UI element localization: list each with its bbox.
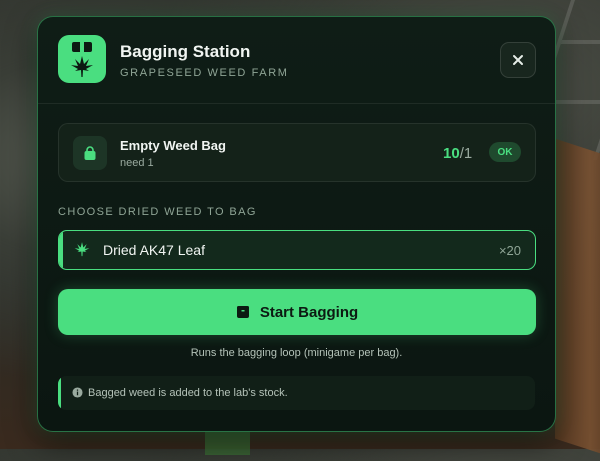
status-badge: OK — [489, 142, 521, 162]
weed-option-name: Dried AK47 Leaf — [103, 242, 205, 258]
bagging-station-panel: Bagging Station GRAPESEED WEED FARM Empt… — [37, 16, 556, 432]
start-hint: Runs the bagging loop (minigame per bag)… — [190, 347, 403, 359]
bag-with-leaf-icon — [58, 35, 106, 83]
info-text: Bagged weed is added to the lab's stock. — [88, 387, 288, 399]
shopping-bag-icon — [73, 136, 107, 170]
weed-option-quantity: ×20 — [498, 243, 521, 258]
requirement-name: Empty Weed Bag — [120, 138, 226, 153]
panel-header: Bagging Station GRAPESEED WEED FARM — [38, 17, 555, 104]
requirement-count: 10/1 — [443, 145, 472, 162]
info-circle-icon — [72, 387, 83, 398]
start-bagging-button[interactable]: Start Bagging — [58, 289, 536, 335]
need-count: /1 — [459, 145, 473, 162]
info-accent — [58, 376, 61, 410]
panel-subtitle: GRAPESEED WEED FARM — [120, 67, 289, 79]
close-icon — [513, 55, 523, 65]
selected-accent — [59, 231, 63, 269]
requirement-need: need 1 — [120, 157, 154, 169]
box-icon — [236, 306, 249, 318]
start-bagging-label: Start Bagging — [259, 303, 359, 321]
have-count: 10 — [443, 145, 460, 162]
background-crate — [555, 138, 600, 461]
info-box: Bagged weed is added to the lab's stock. — [58, 376, 535, 410]
cannabis-leaf-icon — [74, 242, 90, 257]
requirement-card: Empty Weed Bag need 1 10/1 OK — [58, 123, 536, 182]
section-label: CHOOSE DRIED WEED TO BAG — [58, 206, 257, 218]
close-button[interactable] — [500, 42, 536, 78]
weed-option-dried-ak47-leaf[interactable]: Dried AK47 Leaf ×20 — [58, 230, 536, 270]
panel-title: Bagging Station — [120, 42, 251, 61]
